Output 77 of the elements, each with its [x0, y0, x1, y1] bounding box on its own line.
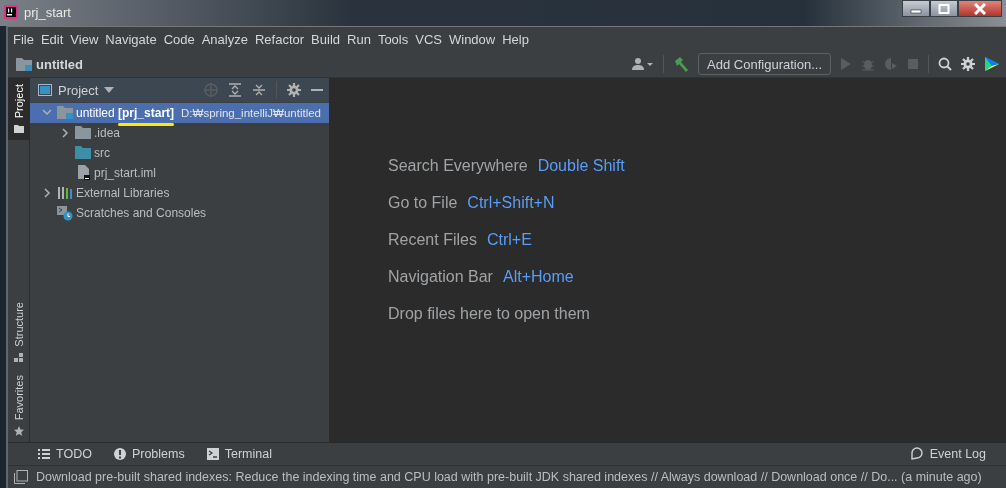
add-configuration-button[interactable]: Add Configuration... [698, 53, 831, 75]
menu-item[interactable]: Code [162, 31, 200, 47]
terminal-icon [206, 448, 219, 460]
menu-item[interactable]: Analyze [200, 31, 253, 47]
tree-item[interactable]: External Libraries [76, 186, 170, 200]
selected-tree-row[interactable]: untitled [prj_start] D:₩spring_intelliJ₩untitled [30, 103, 329, 123]
panel-window-icon [38, 84, 52, 96]
menu-item[interactable]: File [12, 31, 39, 47]
tree-item[interactable]: Scratches and Consoles [76, 206, 207, 220]
tool-window-button[interactable]: Problems [113, 447, 185, 461]
settings-icon[interactable] [287, 83, 301, 97]
window-title: prj_start [24, 4, 71, 20]
menu-item[interactable]: Run [346, 31, 376, 47]
module-folder-icon [16, 57, 32, 71]
close-button[interactable] [958, 0, 1002, 17]
side-tab[interactable]: Structure [8, 296, 29, 369]
caret-icon [104, 87, 115, 93]
user-dropdown-icon[interactable] [632, 57, 655, 71]
module-folder-icon [57, 105, 73, 121]
tree-item[interactable]: prj_start.iml [94, 166, 156, 180]
shortcut-text: Ctrl+E [486, 231, 532, 249]
tool-windows-icon[interactable] [14, 470, 28, 484]
plugin-logo-icon[interactable] [984, 56, 1000, 72]
minimize-button[interactable] [902, 0, 930, 17]
side-tab[interactable]: Project [8, 78, 29, 141]
tool-window-button[interactable]: Terminal [206, 447, 272, 461]
menu-item[interactable]: Edit [39, 31, 69, 47]
menu-item[interactable]: Refactor [253, 31, 310, 47]
side-tab[interactable]: Favorites [8, 368, 29, 442]
shortcut-text: Alt+Home [502, 268, 574, 286]
underline-mark [118, 123, 175, 126]
tool-window-button[interactable]: TODO [38, 447, 92, 461]
menu-item[interactable]: VCS [414, 31, 447, 47]
structure-icon [13, 352, 24, 363]
file-icon [75, 165, 91, 181]
expand-all-icon[interactable] [228, 83, 242, 97]
project-name[interactable]: untitled [36, 56, 83, 72]
event-log-button[interactable]: Event Log [909, 447, 986, 461]
status-message: Download pre-built shared indexes: Reduce the indexing time and CPU load with pre-built JDK shared indexes // Always download // Download once // Do... (a minute ago) [36, 470, 982, 484]
tree-item[interactable]: untitled [prj_start] [76, 106, 175, 120]
hint-text: Go to File [388, 194, 458, 212]
library-icon [57, 185, 73, 201]
project-path: D:₩spring_intelliJ₩untitled [181, 107, 321, 119]
maximize-button[interactable] [930, 0, 958, 17]
exclamation-icon [113, 448, 126, 460]
tree-item[interactable]: src [94, 146, 110, 160]
maximize-icon [938, 3, 950, 14]
project-view-dropdown[interactable]: Project [38, 82, 115, 98]
folder-icon [75, 125, 91, 141]
menu-item[interactable]: Tools [376, 31, 414, 47]
settings-icon[interactable] [961, 57, 975, 71]
chevron-down-icon[interactable] [42, 109, 52, 117]
shortcut-text: Double Shift [537, 157, 625, 175]
hammer-icon[interactable] [673, 56, 690, 72]
menu-item[interactable]: Navigate [104, 31, 162, 47]
hint-text: Recent Files [388, 231, 477, 249]
search-icon[interactable] [938, 57, 952, 71]
close-icon [973, 2, 987, 15]
menu-item[interactable]: Window [447, 31, 501, 47]
scratches-icon [57, 205, 73, 221]
collapse-all-icon[interactable] [252, 83, 266, 97]
chevron-right-icon[interactable] [61, 128, 69, 138]
menu-item[interactable]: Help [501, 31, 534, 47]
tree-item[interactable]: .idea [94, 126, 121, 140]
speech-bubble-icon [909, 447, 924, 461]
shortcut-text: Ctrl+Shift+N [467, 194, 555, 212]
hint-text: Navigation Bar [388, 268, 493, 286]
chevron-right-icon[interactable] [43, 188, 51, 198]
folder-icon [75, 145, 91, 161]
menu-item[interactable]: View [69, 31, 104, 47]
app-icon [4, 5, 18, 19]
menu-item[interactable]: Build [310, 31, 345, 47]
folder-icon [13, 124, 24, 135]
hint-text: Drop files here to open them [388, 305, 590, 323]
list-icon [38, 448, 50, 460]
star-icon [13, 426, 24, 436]
hint-text: Search Everywhere [388, 157, 528, 175]
